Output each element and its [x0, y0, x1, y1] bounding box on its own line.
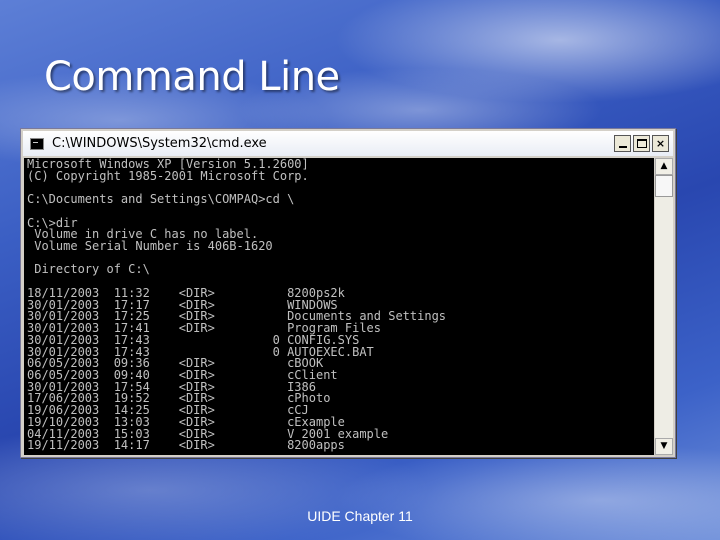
- maximize-icon: [636, 139, 647, 148]
- arrow-up-icon: ▲: [660, 161, 668, 171]
- scroll-up-button[interactable]: ▲: [655, 158, 673, 175]
- window-titlebar[interactable]: C:\WINDOWS\System32\cmd.exe ×: [23, 131, 673, 156]
- close-button[interactable]: ×: [652, 135, 669, 152]
- scroll-down-button[interactable]: ▼: [655, 438, 673, 455]
- scroll-thumb[interactable]: [655, 175, 673, 197]
- console-output[interactable]: Microsoft Windows XP [Version 5.1.2600](…: [24, 158, 654, 455]
- console-line: Volume Serial Number is 406B-1620: [27, 239, 273, 254]
- slide-title: Command Line: [44, 54, 340, 100]
- console-line: Directory of C:\: [27, 262, 150, 277]
- console-line: C:\Documents and Settings\COMPAQ>cd \: [27, 192, 295, 207]
- vertical-scrollbar[interactable]: ▲ ▼: [655, 158, 673, 455]
- arrow-down-icon: ▼: [660, 441, 668, 451]
- console-line: (C) Copyright 1985-2001 Microsoft Corp.: [27, 168, 309, 183]
- console-line: 19/11/2003 14:17 <DIR> 8200apps: [27, 438, 345, 453]
- slide-footer: UIDE Chapter 11: [307, 508, 413, 524]
- maximize-button[interactable]: [633, 135, 650, 152]
- cmd-window: C:\WINDOWS\System32\cmd.exe × Microsoft …: [20, 128, 676, 458]
- cmd-console-icon[interactable]: [30, 137, 44, 150]
- close-icon: ×: [655, 137, 666, 150]
- window-title: C:\WINDOWS\System32\cmd.exe: [52, 136, 267, 151]
- minimize-button[interactable]: [614, 135, 631, 152]
- minimize-icon: [618, 145, 627, 148]
